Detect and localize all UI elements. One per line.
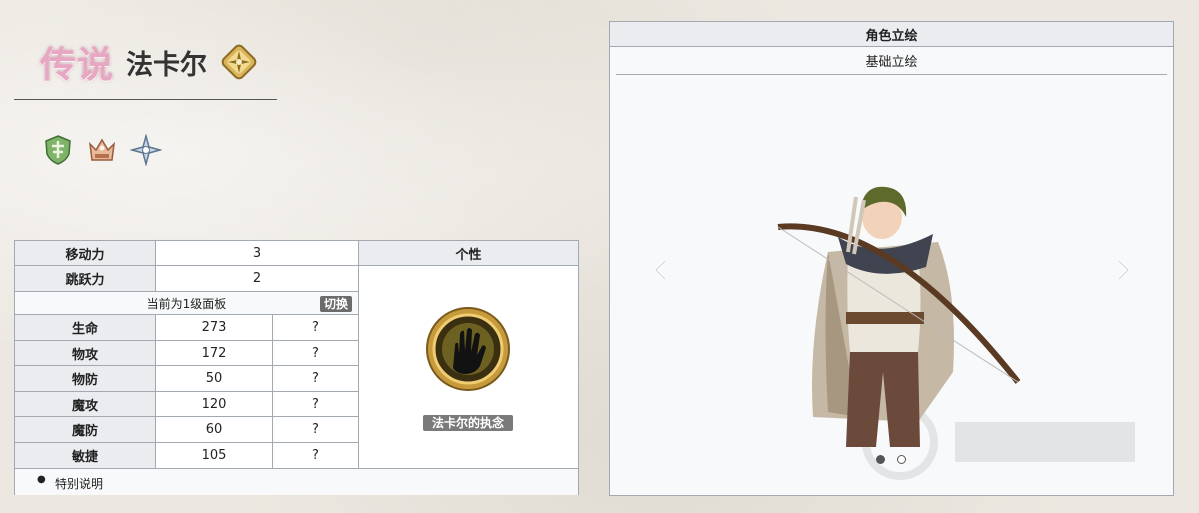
slide-indicator-1[interactable] — [876, 455, 885, 464]
stat-extra: ? — [273, 341, 359, 366]
portrait-title: 角色立绘 — [610, 22, 1173, 47]
skill-name-badge[interactable]: 法卡尔的执念 — [423, 415, 513, 431]
character-portrait-image — [777, 186, 1021, 447]
jump-value: 2 — [156, 266, 359, 292]
jump-label: 跳跃力 — [15, 266, 156, 292]
stat-value: 60 — [156, 417, 273, 443]
tab-base-portrait[interactable]: 基础立绘 — [616, 47, 1167, 75]
move-value: 3 — [156, 241, 359, 266]
crown-emblem-icon — [88, 138, 116, 161]
grasping-hand-icon[interactable] — [425, 306, 511, 392]
stat-extra: ? — [273, 392, 359, 417]
stat-extra: ? — [273, 417, 359, 443]
personality-header: 个性 — [359, 241, 578, 266]
stat-value: 105 — [156, 443, 273, 469]
chevron-left-icon[interactable] — [650, 259, 672, 281]
stat-extra: ? — [273, 366, 359, 392]
special-note: 特别说明 — [55, 477, 104, 491]
star-emblem-icon — [130, 134, 162, 166]
stat-value: 120 — [156, 392, 273, 417]
stat-label: 敏捷 — [15, 443, 156, 469]
stat-value: 50 — [156, 366, 273, 392]
compass-star-badge-icon — [221, 44, 257, 80]
rarity-label: 传说 — [40, 44, 115, 86]
stat-label: 生命 — [15, 315, 156, 341]
stat-label: 物攻 — [15, 341, 156, 366]
slide-indicator-2[interactable] — [897, 455, 906, 464]
portrait-panel: 角色立绘 基础立绘 — [609, 21, 1174, 496]
stat-value: 172 — [156, 341, 273, 366]
stat-extra: ? — [273, 315, 359, 341]
bullet-icon: ● — [37, 474, 46, 485]
shield-emblem-icon — [45, 135, 71, 165]
character-title: 传说 法卡尔 — [40, 36, 259, 88]
stat-label: 魔攻 — [15, 392, 156, 417]
trait-icon-list — [42, 134, 174, 166]
move-label: 移动力 — [15, 241, 156, 266]
title-divider — [14, 99, 277, 100]
stat-extra: ? — [273, 443, 359, 469]
level-note-row: 当前为1级面板 切换 — [15, 292, 359, 315]
stat-label: 魔防 — [15, 417, 156, 443]
special-note-row: ● 特别说明 — [15, 469, 578, 495]
stat-label: 物防 — [15, 366, 156, 392]
stats-table: 移动力 3 个性 跳跃力 2 当前为1级面板 切换 生命 273 ? 物攻 17… — [14, 240, 579, 495]
character-name: 法卡尔 — [126, 49, 208, 81]
level-note: 当前为1级面板 — [146, 296, 227, 311]
stat-value: 273 — [156, 315, 273, 341]
toggle-button[interactable]: 切换 — [319, 296, 352, 312]
chevron-right-icon[interactable] — [1112, 259, 1134, 281]
